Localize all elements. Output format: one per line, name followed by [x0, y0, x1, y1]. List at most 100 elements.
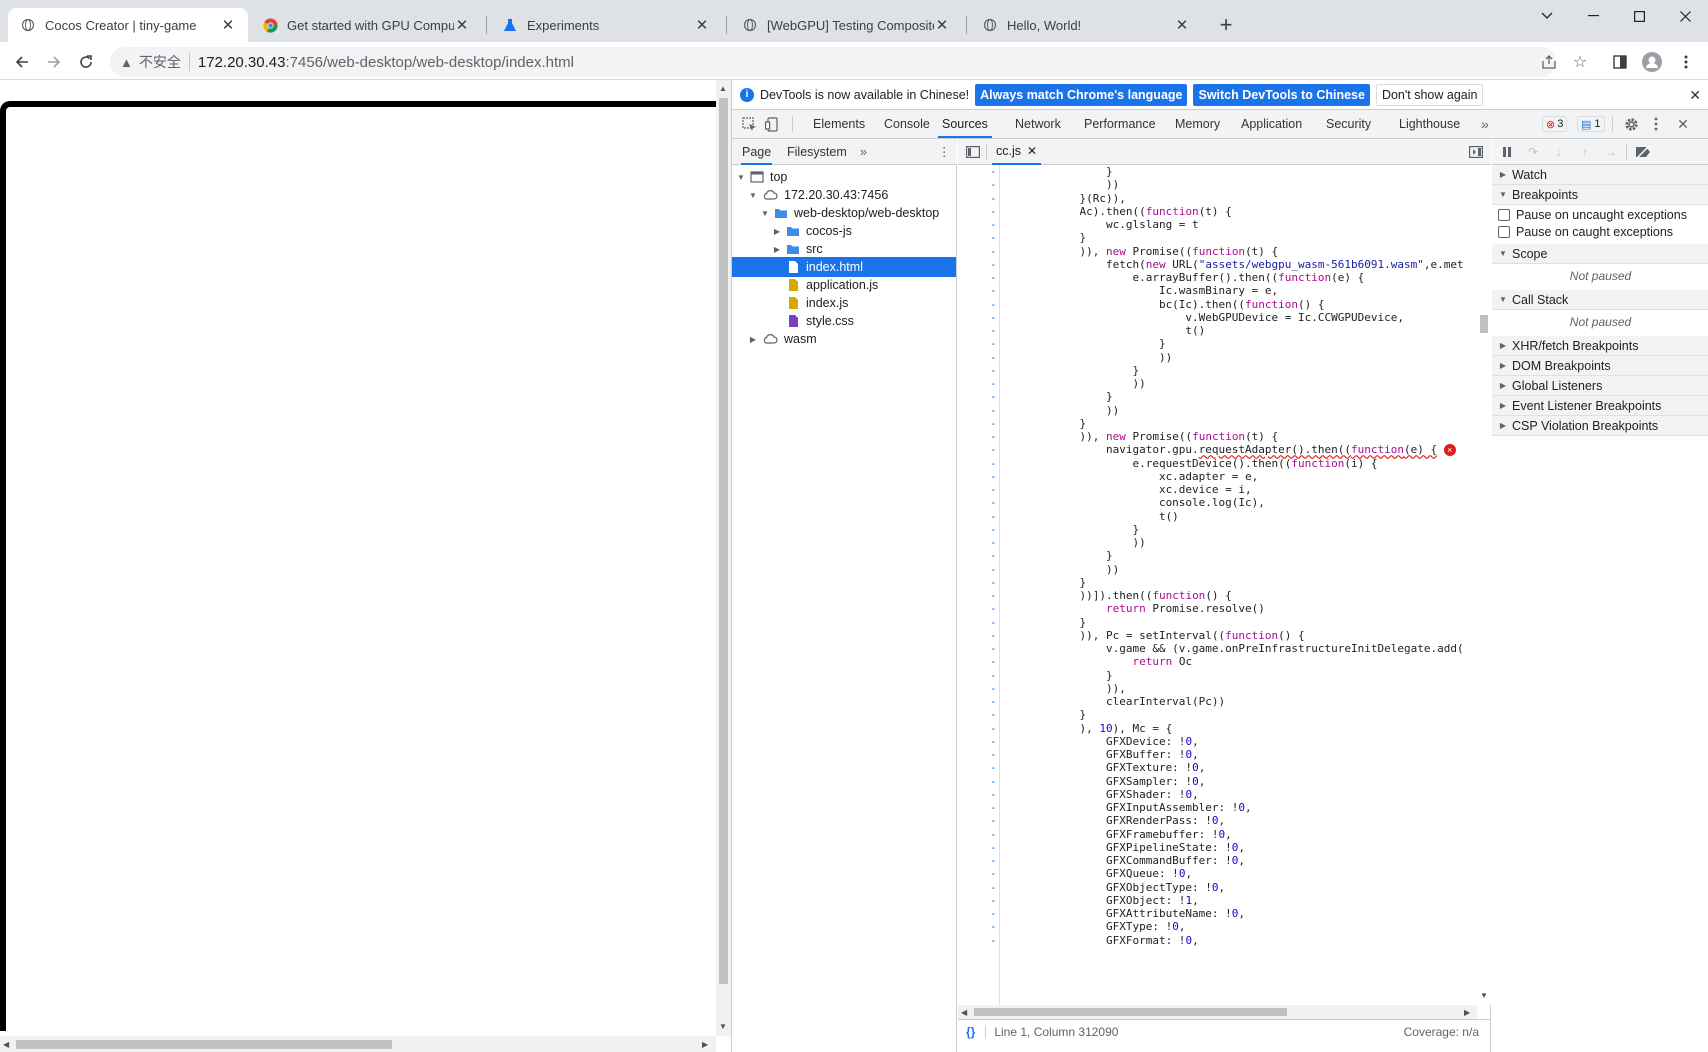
browser-tab-gpu-compute[interactable]: Get started with GPU Comput ✕: [250, 8, 482, 42]
line-gutter-marker[interactable]: -: [990, 510, 1000, 524]
line-gutter-marker[interactable]: -: [990, 337, 1000, 351]
code-line[interactable]: - }: [958, 669, 1491, 683]
code-line[interactable]: - )): [958, 178, 1491, 192]
line-gutter-marker[interactable]: -: [990, 205, 1000, 219]
code-line[interactable]: - }: [958, 165, 1491, 179]
line-gutter-marker[interactable]: -: [990, 907, 1000, 921]
scroll-left-arrow-icon[interactable]: ◀: [3, 1040, 9, 1049]
line-gutter-marker[interactable]: -: [990, 801, 1000, 815]
back-arrow-icon[interactable]: [8, 48, 36, 76]
code-line[interactable]: - navigator.gpu.requestAdapter().then((f…: [958, 443, 1491, 457]
kebab-menu-icon[interactable]: [1672, 48, 1700, 76]
scroll-down-arrow-icon[interactable]: ▼: [719, 1022, 727, 1031]
tab-elements[interactable]: Elements: [813, 110, 865, 138]
tree-item-web-desktop[interactable]: ▼ web-desktop/web-desktop: [732, 203, 956, 223]
line-gutter-marker[interactable]: -: [990, 854, 1000, 868]
code-line[interactable]: - GFXTexture: !0,: [958, 761, 1491, 775]
close-infobar-icon[interactable]: ✕: [1689, 87, 1701, 104]
close-tab-icon[interactable]: ✕: [1174, 17, 1190, 34]
code-line[interactable]: - )), new Promise((function(t) {: [958, 245, 1491, 259]
code-line[interactable]: - GFXAttributeName: !0,: [958, 907, 1491, 921]
editor-horizontal-scroll-thumb[interactable]: [974, 1008, 1287, 1016]
line-gutter-marker[interactable]: -: [990, 655, 1000, 669]
code-line[interactable]: - GFXSampler: !0,: [958, 775, 1491, 789]
code-line[interactable]: - }: [958, 231, 1491, 245]
scope-section-header[interactable]: ▼ Scope: [1492, 244, 1708, 264]
collapsed-triangle-icon[interactable]: ▶: [772, 245, 782, 254]
code-line[interactable]: - console.log(Ic),: [958, 496, 1491, 510]
line-gutter-marker[interactable]: -: [990, 576, 1000, 590]
call-stack-section-header[interactable]: ▼ Call Stack: [1492, 290, 1708, 310]
toggle-debugger-icon[interactable]: [1467, 143, 1485, 161]
code-line[interactable]: - }: [958, 417, 1491, 431]
line-gutter-marker[interactable]: -: [990, 563, 1000, 577]
collapsed-triangle-icon[interactable]: ▶: [772, 227, 782, 236]
code-line[interactable]: - return Oc: [958, 655, 1491, 669]
code-line[interactable]: - e.requestDevice().then((function(i) {: [958, 457, 1491, 471]
line-gutter-marker[interactable]: -: [990, 271, 1000, 285]
code-line[interactable]: - xc.device = i,: [958, 483, 1491, 497]
checkbox-box[interactable]: [1498, 226, 1510, 238]
code-line[interactable]: - Ic.wasmBinary = e,: [958, 284, 1491, 298]
close-tab-icon[interactable]: ✕: [694, 17, 710, 34]
side-panel-icon[interactable]: [1606, 48, 1634, 76]
scroll-right-arrow-icon[interactable]: ▶: [1464, 1008, 1470, 1017]
browser-tab-cocos[interactable]: Cocos Creator | tiny-game ✕: [8, 8, 248, 42]
not-secure-label[interactable]: 不安全: [139, 52, 181, 72]
inspect-element-icon[interactable]: [740, 115, 758, 133]
code-line[interactable]: - GFXRenderPass: !0,: [958, 814, 1491, 828]
line-gutter-marker[interactable]: -: [990, 311, 1000, 325]
game-canvas[interactable]: [0, 101, 716, 1031]
editor-tab-cc-js[interactable]: cc.js ✕: [992, 139, 1042, 165]
line-gutter-marker[interactable]: -: [990, 192, 1000, 206]
step-over-icon[interactable]: ↷: [1524, 143, 1542, 161]
line-gutter-marker[interactable]: -: [990, 231, 1000, 245]
line-gutter-marker[interactable]: -: [990, 841, 1000, 855]
tab-network[interactable]: Network: [1015, 110, 1061, 138]
tree-item-host[interactable]: ▼ 172.20.30.43:7456: [732, 185, 956, 205]
code-line[interactable]: - ))]).then((function() {: [958, 589, 1491, 603]
warning-icon[interactable]: ▲: [120, 55, 133, 70]
expanded-triangle-icon[interactable]: ▼: [748, 191, 758, 200]
tab-search-chevron-icon[interactable]: [1524, 4, 1570, 28]
new-tab-button[interactable]: +: [1214, 14, 1238, 38]
line-gutter-marker[interactable]: -: [990, 814, 1000, 828]
tab-console[interactable]: Console: [884, 110, 930, 138]
tree-item-cocos-js[interactable]: ▶ cocos-js: [732, 221, 956, 241]
code-line[interactable]: - GFXObjectType: !0,: [958, 881, 1491, 895]
tree-item-src[interactable]: ▶ src: [732, 239, 956, 259]
scroll-down-arrow-icon[interactable]: ▼: [1480, 991, 1488, 1000]
line-gutter-marker[interactable]: -: [990, 894, 1000, 908]
line-gutter-marker[interactable]: -: [990, 523, 1000, 537]
code-line[interactable]: - }: [958, 523, 1491, 537]
code-line[interactable]: - GFXCommandBuffer: !0,: [958, 854, 1491, 868]
code-line[interactable]: - GFXInputAssembler: !0,: [958, 801, 1491, 815]
reload-icon[interactable]: [72, 48, 100, 76]
tab-security[interactable]: Security: [1326, 110, 1371, 138]
line-gutter-marker[interactable]: -: [990, 695, 1000, 709]
code-line[interactable]: - Ac).then((function(t) {: [958, 205, 1491, 219]
tree-item-index-html[interactable]: index.html: [732, 257, 956, 277]
navigator-tab-filesystem[interactable]: Filesystem: [787, 139, 847, 165]
scroll-left-arrow-icon[interactable]: ◀: [961, 1008, 967, 1017]
code-line[interactable]: - GFXType: !0,: [958, 920, 1491, 934]
line-gutter-marker[interactable]: -: [990, 934, 1000, 948]
code-line[interactable]: - bc(Ic).then((function() {: [958, 298, 1491, 312]
code-line[interactable]: - }: [958, 708, 1491, 722]
always-match-language-button[interactable]: Always match Chrome's language: [975, 83, 1188, 106]
line-gutter-marker[interactable]: -: [990, 602, 1000, 616]
close-tab-icon[interactable]: ✕: [454, 17, 470, 34]
watch-section-header[interactable]: ▶ Watch: [1492, 165, 1708, 185]
deactivate-breakpoints-icon[interactable]: [1634, 143, 1652, 161]
devtools-menu-icon[interactable]: [1647, 115, 1665, 133]
line-gutter-marker[interactable]: -: [990, 165, 1000, 179]
expanded-triangle-icon[interactable]: ▼: [760, 209, 770, 218]
code-line[interactable]: - GFXObject: !1,: [958, 894, 1491, 908]
line-gutter-marker[interactable]: -: [990, 218, 1000, 232]
more-navigator-tabs-icon[interactable]: »: [860, 139, 867, 165]
line-gutter-marker[interactable]: -: [990, 496, 1000, 510]
editor-vertical-scrollbar[interactable]: ▼: [1477, 165, 1491, 1005]
editor-vertical-scroll-thumb[interactable]: [1480, 315, 1488, 333]
switch-to-chinese-button[interactable]: Switch DevTools to Chinese: [1193, 83, 1370, 106]
line-gutter-marker[interactable]: -: [990, 629, 1000, 643]
